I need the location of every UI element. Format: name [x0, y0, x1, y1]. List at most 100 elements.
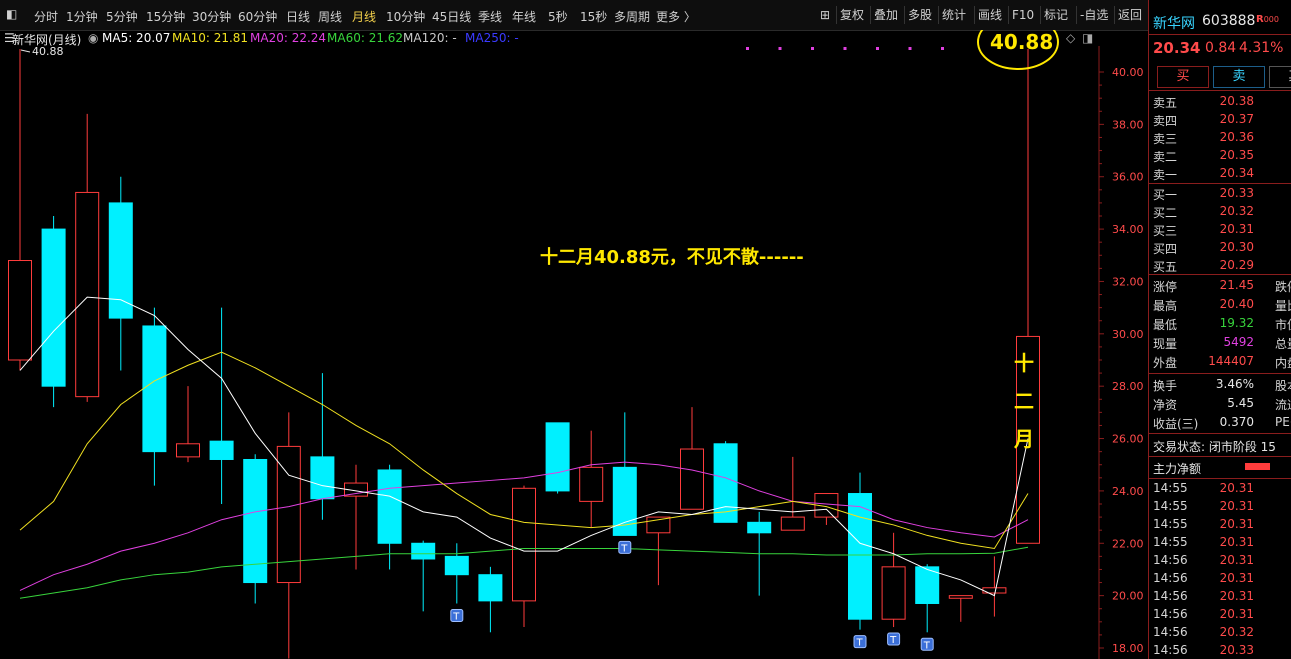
expand-icon[interactable]: ⊞	[820, 8, 830, 22]
period-tab-active[interactable]: 月线	[352, 8, 376, 25]
t-marker-label: T	[620, 543, 628, 554]
stats-button[interactable]: 统计	[938, 6, 969, 24]
tick-row: 14:56 20.31	[1153, 589, 1291, 606]
period-tab[interactable]: 多周期	[614, 8, 650, 25]
t-marker-label: T	[889, 635, 897, 646]
tick-price: 20.31	[1219, 571, 1254, 585]
f10-button[interactable]: F10	[1008, 6, 1037, 24]
panel-toggle-icon[interactable]: ◨	[1082, 31, 1093, 45]
period-toolbar: ◧ 分时 1分钟 5分钟 15分钟 30分钟 60分钟 日线 周线 月线 10分…	[0, 0, 1148, 31]
mark-button[interactable]: 标记	[1040, 6, 1071, 24]
bid-row: 买四 20.30	[1153, 240, 1291, 257]
candle-body[interactable]	[444, 555, 469, 576]
candle-body[interactable]	[780, 516, 805, 531]
period-tab[interactable]: 15秒	[580, 8, 607, 25]
stat-row-value: 19.32	[1219, 316, 1254, 330]
period-tab[interactable]: 日线	[286, 8, 310, 25]
tick-row: 14:56 20.33	[1153, 643, 1291, 659]
candle-body[interactable]	[41, 228, 66, 387]
candle-body[interactable]	[176, 443, 200, 458]
stat2-row-label: 收益(三)	[1153, 417, 1199, 431]
candle-body[interactable]	[411, 542, 436, 560]
period-tab[interactable]: 10分钟	[386, 8, 425, 25]
period-tab[interactable]: 60分钟	[238, 8, 277, 25]
candle-body[interactable]	[545, 422, 570, 492]
candle-body[interactable]	[848, 493, 872, 620]
y-tick-label: 24.00	[1112, 485, 1144, 498]
bid-row-value: 20.29	[1219, 258, 1254, 272]
stat-row-label2: 市值	[1275, 318, 1291, 332]
period-tab[interactable]: 5分钟	[106, 8, 138, 25]
candle-body[interactable]	[478, 574, 503, 602]
candle-body[interactable]	[948, 595, 973, 599]
buy-button[interactable]: 买	[1157, 66, 1209, 88]
quote-panel: 新华网 603888 R000 20.34 0.84 4.31% 买 卖 其 交…	[1148, 0, 1291, 659]
back-button[interactable]: 返回	[1114, 6, 1145, 24]
candle-body[interactable]	[310, 456, 335, 500]
remove-watchlist-button[interactable]: -自选	[1076, 6, 1111, 24]
tick-time: 14:55	[1153, 535, 1188, 549]
candle-body[interactable]	[512, 487, 536, 602]
stat-row-value: 20.40	[1219, 297, 1254, 311]
dot-marker	[811, 47, 814, 50]
overlay-button[interactable]: 叠加	[870, 6, 901, 24]
tick-time: 14:55	[1153, 517, 1188, 531]
tick-time: 14:55	[1153, 499, 1188, 513]
period-tab[interactable]: 季线	[478, 8, 502, 25]
bid-row-label: 买五	[1153, 260, 1178, 274]
ask-row-value: 20.38	[1219, 94, 1254, 108]
candle-body[interactable]	[75, 191, 100, 398]
period-tab[interactable]: 45日线	[432, 8, 471, 25]
candle-body[interactable]	[8, 260, 32, 361]
third-button[interactable]: 其	[1269, 66, 1291, 88]
candle-body[interactable]	[142, 325, 167, 453]
kline-chart[interactable]: 40.00 38.00 36.00 34.00 32.00 30.00 28.00 26.00…	[0, 30, 1148, 659]
window-icon[interactable]: ◧	[6, 7, 17, 21]
candle-body[interactable]	[579, 466, 604, 502]
candle-body[interactable]	[108, 202, 133, 319]
tick-price: 20.33	[1219, 643, 1254, 657]
multi-stock-button[interactable]: 多股	[904, 6, 935, 24]
stat2-row: 净资 5.45 流通	[1153, 396, 1291, 413]
tick-row: 14:55 20.31	[1153, 517, 1291, 534]
y-tick-label: 30.00	[1112, 328, 1144, 341]
period-tab[interactable]: 15分钟	[146, 8, 185, 25]
candle-body[interactable]	[377, 469, 402, 544]
y-tick-label: 22.00	[1112, 537, 1144, 550]
price-change-pct: 4.31%	[1239, 40, 1284, 56]
candle-body[interactable]	[209, 440, 234, 460]
more-periods[interactable]: 更多 〉	[656, 8, 696, 25]
draw-line-button[interactable]: 画线	[974, 6, 1005, 24]
bid-row: 买五 20.29	[1153, 258, 1291, 275]
ma250-label: MA250: -	[465, 31, 519, 45]
tick-price: 20.31	[1219, 517, 1254, 531]
price-change: 0.84	[1205, 40, 1237, 56]
period-tab[interactable]: 周线	[318, 8, 342, 25]
fuquan-button[interactable]: 复权	[836, 6, 867, 24]
trade-status: 交易状态: 闭市阶段 15	[1153, 440, 1276, 454]
stat-row: 涨停 21.45 跌停	[1153, 278, 1291, 295]
y-tick-label: 18.00	[1112, 642, 1144, 655]
period-tab[interactable]: 年线	[512, 8, 536, 25]
tick-price: 20.31	[1219, 535, 1254, 549]
bid-row: 买二 20.32	[1153, 204, 1291, 221]
candle-body[interactable]	[747, 521, 772, 534]
ask-row-value: 20.37	[1219, 112, 1254, 126]
candle-body[interactable]	[881, 566, 906, 620]
stat-row-label: 涨停	[1153, 280, 1178, 294]
tick-price: 20.31	[1219, 553, 1254, 567]
tick-price: 20.32	[1219, 625, 1254, 639]
bid-row-value: 20.31	[1219, 222, 1254, 236]
ask-row: 卖四 20.37	[1153, 112, 1291, 129]
sell-button[interactable]: 卖	[1213, 66, 1265, 88]
ma-toggle-icon[interactable]: ◉	[88, 31, 98, 45]
quote-stock-name: 新华网	[1153, 16, 1195, 32]
headline-annotation: 十二月40.88元，不见不散------	[540, 246, 804, 268]
stat-row: 最低 19.32 市值	[1153, 316, 1291, 333]
period-tab[interactable]: 30分钟	[192, 8, 231, 25]
diamond-icon[interactable]: ◇	[1066, 31, 1075, 45]
candle-body[interactable]	[680, 448, 704, 510]
period-tab[interactable]: 1分钟	[66, 8, 98, 25]
period-tab[interactable]: 分时	[34, 8, 58, 25]
period-tab[interactable]: 5秒	[548, 8, 568, 25]
